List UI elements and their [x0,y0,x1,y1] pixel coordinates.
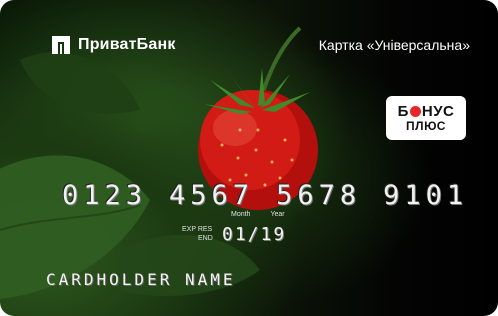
card-number-group: 9101 [383,180,469,211]
bonus-subtitle: ПЛЮС [406,118,446,133]
bonus-dot-icon [409,106,421,118]
bonus-title: Б НУС [397,102,455,120]
bonus-plus-badge: Б НУС ПЛЮС [386,96,466,140]
expiry-captions: Month Year [231,211,285,218]
card-number: 0123 4567 5678 9101 [62,180,468,211]
expiry-label: EXP RES END [182,226,213,242]
bank-card: ПриватБанк Картка «Універсальна» Б НУС ПЛ… [0,0,498,316]
card-number-group: 0123 [62,180,148,211]
cardholder-name: CARDHOLDER NAME [46,270,236,289]
card-number-group: 4567 [169,180,255,211]
expiry-month-caption: Month [231,211,251,218]
bank-name: ПриватБанк [78,36,176,53]
card-number-group: 5678 [276,180,362,211]
bank-logo: ПриватБанк [50,34,176,56]
leaf-top-left [20,52,140,114]
expiry-year-caption: Year [270,211,285,218]
privatbank-logo-icon [52,36,70,54]
expiry-date: 01/19 [222,224,287,245]
card-type-label: Картка «Універсальна» [318,37,470,53]
